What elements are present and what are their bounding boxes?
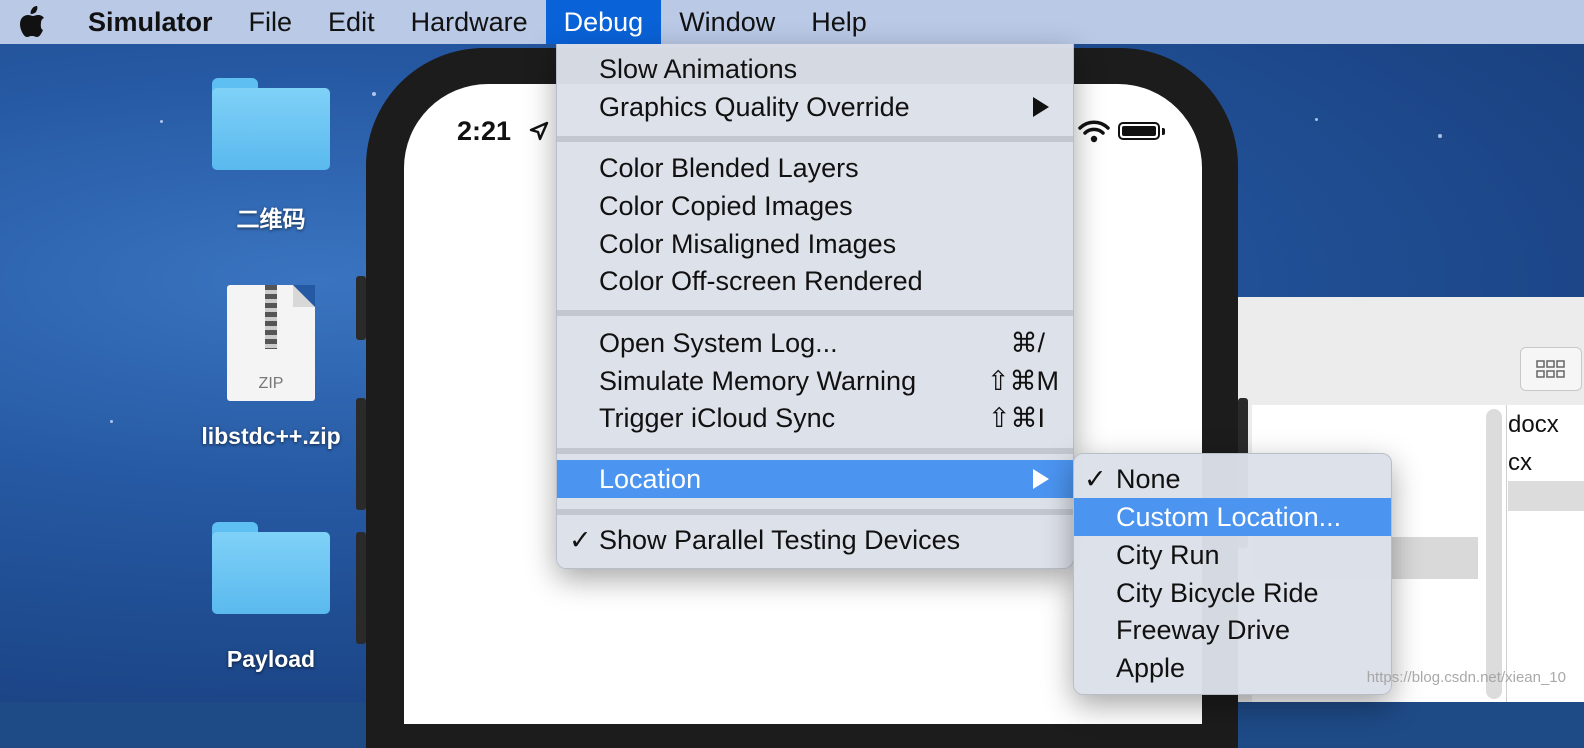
- menu-item-label: Color Off-screen Rendered: [599, 265, 923, 296]
- desktop-icon-label: Payload: [226, 646, 316, 672]
- table-row[interactable]: [1508, 481, 1584, 511]
- submenu-item-city-run[interactable]: City Run: [1074, 536, 1391, 574]
- checkmark-icon: ✓: [569, 524, 592, 555]
- file-name[interactable]: cx: [1508, 449, 1532, 477]
- side-button[interactable]: [356, 276, 366, 340]
- submenu-arrow-icon: [1033, 97, 1049, 117]
- menu-edit[interactable]: Edit: [310, 0, 393, 44]
- grid-view-icon[interactable]: [1520, 347, 1582, 391]
- watermark-text: https://blog.csdn.net/xiean_10: [1366, 669, 1566, 686]
- desktop-icon-label: 二维码: [236, 206, 306, 232]
- menu-item-open-system-log[interactable]: Open System Log... ⌘/: [557, 324, 1073, 362]
- menu-item-color-copied[interactable]: Color Copied Images: [557, 187, 1073, 225]
- menu-item-show-parallel-testing[interactable]: ✓ Show Parallel Testing Devices: [557, 521, 1073, 559]
- menu-item-label: Color Copied Images: [599, 190, 853, 221]
- menu-item-simulate-memory-warning[interactable]: Simulate Memory Warning ⇧⌘M: [557, 362, 1073, 400]
- menu-item-label: Location: [599, 463, 702, 494]
- menu-app-name[interactable]: Simulator: [70, 0, 231, 44]
- apple-logo-icon[interactable]: [12, 2, 52, 42]
- submenu-item-label: Custom Location...: [1116, 501, 1342, 532]
- submenu-item-city-bicycle-ride[interactable]: City Bicycle Ride: [1074, 574, 1391, 612]
- status-time: 2:21: [457, 116, 512, 146]
- menu-bar: Simulator File Edit Hardware Debug Windo…: [0, 0, 1584, 44]
- menu-file[interactable]: File: [231, 0, 311, 44]
- menu-item-label: Open System Log...: [599, 327, 838, 358]
- menu-shortcut: ⇧⌘I: [987, 402, 1045, 433]
- scrollbar[interactable]: [1486, 409, 1502, 699]
- menu-item-trigger-icloud-sync[interactable]: Trigger iCloud Sync ⇧⌘I: [557, 399, 1073, 437]
- menu-item-color-offscreen[interactable]: Color Off-screen Rendered: [557, 262, 1073, 300]
- submenu-item-freeway-drive[interactable]: Freeway Drive: [1074, 611, 1391, 649]
- menu-item-location[interactable]: Location: [557, 460, 1073, 498]
- menu-separator: [557, 136, 1073, 142]
- volume-up-button[interactable]: [356, 398, 366, 510]
- debug-menu: Slow Animations Graphics Quality Overrid…: [556, 44, 1074, 569]
- submenu-item-none[interactable]: ✓ None: [1074, 460, 1391, 498]
- zip-badge: ZIP: [258, 375, 284, 392]
- desktop-icon-label: libstdc++.zip: [201, 423, 341, 449]
- desktop-icon-folder-payload[interactable]: Payload: [210, 522, 332, 673]
- volume-down-button[interactable]: [356, 532, 366, 644]
- checkmark-icon: ✓: [1084, 463, 1107, 494]
- zip-file-icon: ZIP: [227, 285, 315, 401]
- menu-item-label: Color Misaligned Images: [599, 228, 897, 259]
- menu-help[interactable]: Help: [793, 0, 885, 44]
- location-arrow-icon: [528, 120, 550, 147]
- menu-item-graphics-quality[interactable]: Graphics Quality Override: [557, 88, 1073, 126]
- star-decoration: [160, 120, 163, 123]
- star-decoration: [372, 92, 376, 96]
- menu-item-label: Show Parallel Testing Devices: [599, 524, 961, 555]
- star-decoration: [1315, 118, 1318, 121]
- menu-item-label: Color Blended Layers: [599, 152, 859, 183]
- menu-item-color-blended[interactable]: Color Blended Layers: [557, 149, 1073, 187]
- column-divider: [1506, 405, 1507, 702]
- star-decoration: [1438, 134, 1442, 138]
- menu-item-label: Graphics Quality Override: [599, 91, 910, 122]
- submenu-arrow-icon: [1033, 469, 1049, 489]
- submenu-item-apple[interactable]: Apple: [1074, 649, 1391, 687]
- menu-shortcut: ⌘/: [1010, 327, 1045, 358]
- menu-separator: [557, 310, 1073, 316]
- submenu-item-label: City Run: [1116, 539, 1220, 570]
- folder-icon: [212, 522, 330, 614]
- submenu-item-label: Freeway Drive: [1116, 614, 1291, 645]
- menu-item-slow-animations[interactable]: Slow Animations: [557, 50, 1073, 88]
- submenu-item-label: None: [1116, 463, 1181, 494]
- wifi-icon: [1078, 119, 1110, 148]
- menu-item-label: Trigger iCloud Sync: [599, 402, 836, 433]
- location-submenu: ✓ None Custom Location... City Run City …: [1073, 453, 1392, 695]
- battery-icon: [1118, 122, 1160, 140]
- star-decoration: [110, 420, 113, 423]
- submenu-item-label: City Bicycle Ride: [1116, 577, 1319, 608]
- menu-debug[interactable]: Debug: [545, 0, 662, 44]
- menu-shortcut: ⇧⌘M: [986, 365, 1059, 396]
- menu-item-label: Slow Animations: [599, 53, 798, 84]
- menu-item-color-misaligned[interactable]: Color Misaligned Images: [557, 225, 1073, 263]
- submenu-item-label: Apple: [1116, 652, 1186, 683]
- file-name[interactable]: docx: [1508, 411, 1559, 439]
- submenu-item-custom-location[interactable]: Custom Location...: [1074, 498, 1391, 536]
- battery-tip: [1162, 128, 1165, 135]
- desktop-icon-folder-qrcode[interactable]: 二维码: [210, 78, 332, 234]
- menu-item-label: Simulate Memory Warning: [599, 365, 917, 396]
- menu-separator: [557, 448, 1073, 454]
- menu-separator: [557, 509, 1073, 515]
- menu-hardware[interactable]: Hardware: [393, 0, 546, 44]
- menu-window[interactable]: Window: [661, 0, 793, 44]
- desktop-icon-zip[interactable]: ZIP libstdc++.zip: [186, 285, 356, 450]
- folder-icon: [212, 78, 330, 170]
